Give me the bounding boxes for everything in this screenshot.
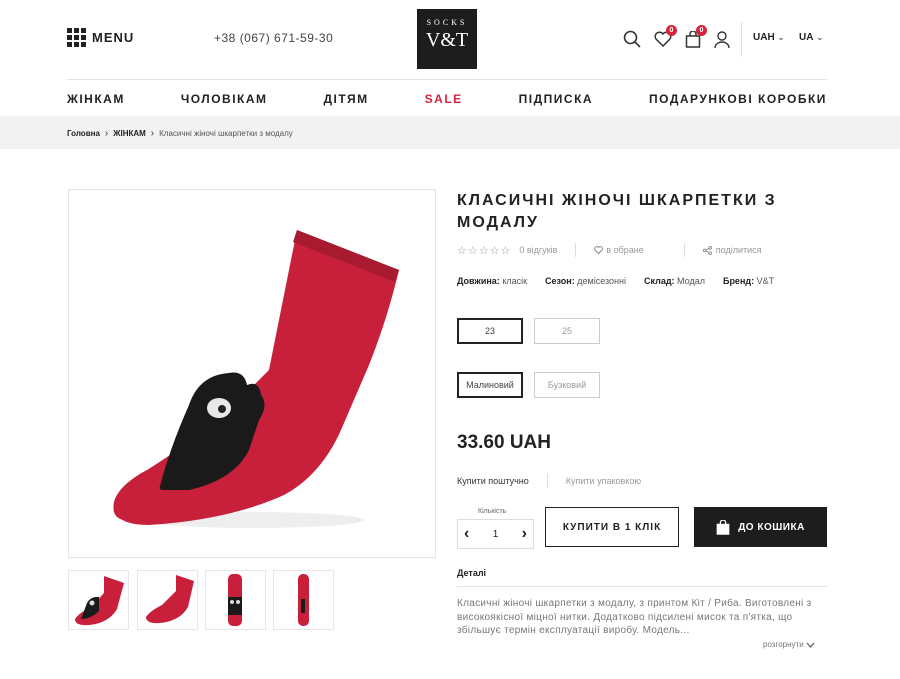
meta-divider [575,243,577,257]
purchase-type: Купити поштучно Купити упаковкою [457,474,641,488]
product-price: 33.60 UAH [457,432,551,453]
nav-item-gift-boxes[interactable]: ПОДАРУНКОВІ КОРОБКИ [649,92,827,106]
product-title: КЛАСИЧНІ ЖІНОЧІ ШКАРПЕТКИ З МОДАЛУ [457,192,777,231]
nav-item-women[interactable]: ЖІНКАМ [67,92,125,106]
chevron-down-icon: ⌄ [816,33,824,42]
add-to-cart-label: ДО КОШИКА [738,521,805,533]
nav-item-subscription[interactable]: ПІДПИСКА [519,92,593,106]
buy-one-click-button[interactable]: КУПИТИ В 1 КЛІК [545,507,679,547]
prop-brand: Бренд: V&T [722,276,775,286]
wishlist-count-badge: 0 [666,25,677,36]
add-to-cart-button[interactable]: ДО КОШИКА [694,507,827,547]
share-label: поділитися [715,245,762,255]
chevron-right-icon: › [104,128,109,139]
menu-label: MENU [92,30,135,45]
prop-length: Довжина: класік [457,276,528,286]
search-button[interactable] [621,28,643,50]
product-meta: ☆☆☆☆☆ 0 відгуків в обране поділитися [457,243,762,257]
thumbnail-image [75,576,124,626]
menu-button[interactable]: MENU [67,28,134,47]
nav-item-kids[interactable]: ДІТЯМ [324,92,369,106]
heart-icon [594,246,604,254]
prop-season: Сезон: демісезонні [545,276,626,286]
account-button[interactable] [711,28,733,50]
cart-count-badge: 0 [696,25,707,36]
currency-select[interactable]: UAH ⌄ [753,32,784,43]
share-button[interactable]: поділитися [702,245,762,255]
main-nav: ЖІНКАМ ЧОЛОВІКАМ ДІТЯМ SALE ПІДПИСКА ПОД… [67,92,827,106]
nav-item-sale[interactable]: SALE [425,92,463,106]
logo-subtitle: SOCKS [426,18,468,27]
chevron-down-icon: ⌄ [777,33,785,42]
expand-label: розгорнути [763,640,804,649]
menu-grid-icon [67,28,86,47]
chevron-down-icon [806,642,815,648]
details-divider [457,586,827,587]
breadcrumb-home[interactable]: Головна [67,129,100,138]
breadcrumb-current: Класичні жіночі шкарпетки з модалу [159,129,293,138]
thumbnail-1[interactable] [68,570,129,630]
quantity-decrease-button[interactable]: ‹ [464,525,469,543]
thumbnail-2[interactable] [137,570,198,630]
expand-description-button[interactable]: розгорнути [763,640,815,649]
breadcrumb: Головна › ЖІНКАМ › Класичні жіночі шкарп… [67,128,293,139]
currency-value: UAH [753,32,775,43]
quantity-value[interactable]: 1 [493,529,499,540]
product-main-image[interactable] [68,189,436,558]
logo-brand: V&T [425,29,469,51]
user-icon [714,30,730,48]
nav-item-men[interactable]: ЧОЛОВІКАМ [181,92,268,106]
thumbnail-image [146,575,194,624]
language-select[interactable]: UA ⌄ [799,32,823,43]
thumbnail-4[interactable] [273,570,334,630]
quantity-label: Кількість [478,508,507,515]
breadcrumb-category[interactable]: ЖІНКАМ [113,129,146,138]
wishlist-button[interactable]: 0 [652,25,677,50]
quantity-increase-button[interactable]: › [522,525,527,543]
logo[interactable]: SOCKS V&T [417,9,477,69]
product-properties: Довжина: класік Сезон: демісезонні Склад… [457,276,774,286]
chevron-right-icon: › [150,128,155,139]
favorites-label: в обране [606,245,644,255]
header-divider-line [67,79,827,80]
details-heading: Деталі [457,568,487,578]
thumbnail-image [228,574,242,626]
reviews-link[interactable]: 0 відгуків [519,245,557,255]
color-option-lilac[interactable]: Бузковий [534,372,600,398]
meta-divider [683,243,685,257]
thumbnail-image [298,574,309,626]
search-icon [623,30,641,48]
buy-by-pack[interactable]: Купити упаковкою [566,476,641,486]
header-divider [741,22,742,57]
purchase-divider [546,474,548,488]
rating-stars[interactable]: ☆☆☆☆☆ [457,244,511,257]
quantity-stepper[interactable]: ‹ 1 › [457,519,534,549]
phone-number[interactable]: +38 (067) 671-59-30 [214,31,333,45]
cart-button[interactable]: 0 [682,25,707,50]
bag-icon [716,519,730,535]
product-description: Класичні жіночі шкарпетки з модалу, з пр… [457,598,812,636]
language-value: UA [799,32,814,43]
prop-composition: Склад: Модал [643,276,705,286]
size-option-25[interactable]: 25 [534,318,600,344]
sock-image [113,230,399,528]
buy-by-piece[interactable]: Купити поштучно [457,476,529,486]
thumbnail-3[interactable] [205,570,266,630]
share-icon [702,245,712,255]
add-to-favorites[interactable]: в обране [594,245,644,255]
size-option-23[interactable]: 23 [457,318,523,344]
color-option-raspberry[interactable]: Малиновий [457,372,523,398]
